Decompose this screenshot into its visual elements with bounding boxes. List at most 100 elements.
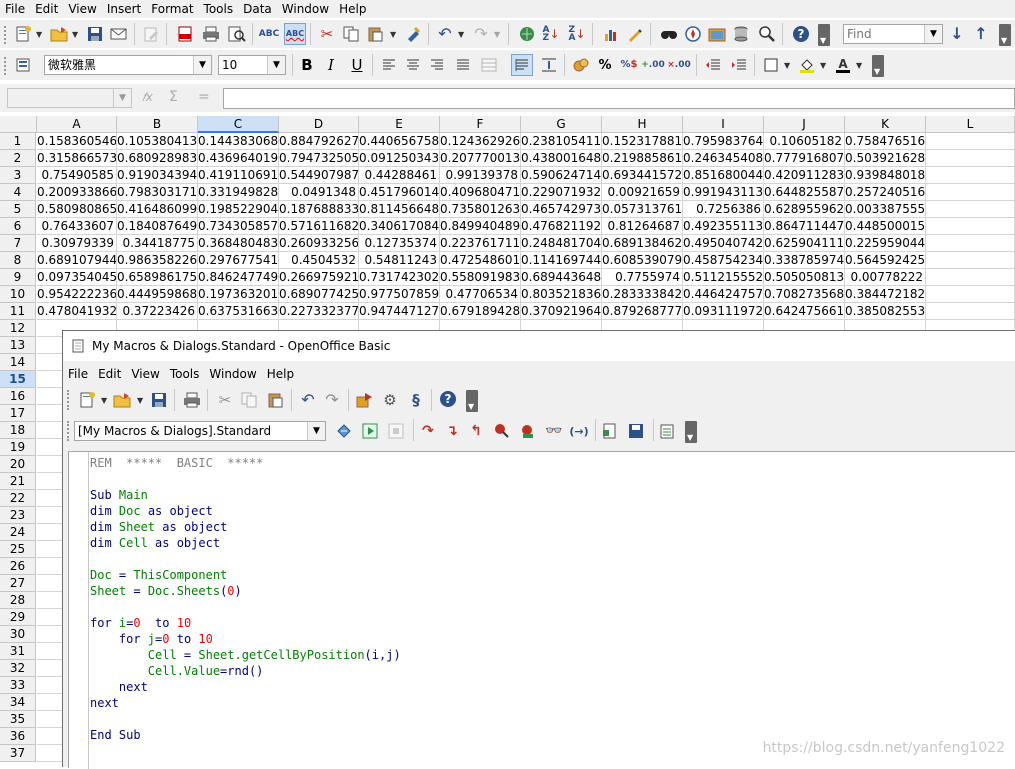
basic-menu-view[interactable]: View xyxy=(126,366,164,382)
cell-i2[interactable]: 0.246345408 xyxy=(683,150,764,167)
cell-e9[interactable]: 0.731742302 xyxy=(359,269,440,286)
justify-icon[interactable] xyxy=(454,56,472,74)
row-header-33[interactable]: 33 xyxy=(0,677,36,694)
data-sources-icon[interactable] xyxy=(732,25,750,43)
row-header-19[interactable]: 19 xyxy=(0,439,36,456)
column-header-f[interactable]: F xyxy=(440,116,521,133)
step-over-icon[interactable]: ↴ xyxy=(443,422,461,440)
library-dropdown-arrow[interactable]: ▼ xyxy=(307,422,325,440)
row-header-2[interactable]: 2 xyxy=(0,150,36,167)
cell-l5[interactable] xyxy=(926,201,1015,218)
cell-a4[interactable]: 0.200933866 xyxy=(37,184,117,201)
import-basic-icon[interactable] xyxy=(601,422,619,440)
bold-icon[interactable]: B xyxy=(298,56,316,74)
cell-f3[interactable]: 0.99139378 xyxy=(440,167,521,184)
italic-icon[interactable]: I xyxy=(322,56,340,74)
cell-i9[interactable]: 0.511215552 xyxy=(683,269,764,286)
cell-j6[interactable]: 0.864711447 xyxy=(764,218,845,235)
cell-e3[interactable]: 0.44288461 xyxy=(359,167,440,184)
cell-h7[interactable]: 0.689138462 xyxy=(602,235,683,252)
new-dropdown-arrow[interactable]: ▼ xyxy=(101,396,107,405)
cell-g8[interactable]: 0.114169744 xyxy=(521,252,602,269)
cell-g11[interactable]: 0.370921964 xyxy=(521,303,602,320)
object-catalog-icon[interactable]: (→) xyxy=(569,422,588,440)
cell-i5[interactable]: 0.7256386 xyxy=(683,201,764,218)
find-input[interactable]: Find ▼ xyxy=(843,24,943,44)
cell-d11[interactable]: 0.227332377 xyxy=(279,303,359,320)
menu-data[interactable]: Data xyxy=(238,1,277,17)
macro-organizer-icon[interactable]: ⚙ xyxy=(381,391,399,409)
undo-icon[interactable]: ↶ xyxy=(436,25,454,43)
cell-h5[interactable]: 0.057313761 xyxy=(602,201,683,218)
cell-e4[interactable]: 0.451796014 xyxy=(359,184,440,201)
cell-h8[interactable]: 0.608539079 xyxy=(602,252,683,269)
help-icon[interactable]: ? xyxy=(792,25,810,43)
cell-g10[interactable]: 0.803521836 xyxy=(521,286,602,303)
cell-a5[interactable]: 0.580980865 xyxy=(37,201,117,218)
row-header-14[interactable]: 14 xyxy=(0,354,36,371)
cell-a7[interactable]: 0.30979339 xyxy=(37,235,117,252)
find-dropdown-arrow[interactable]: ▼ xyxy=(924,25,942,43)
open-dropdown-arrow[interactable]: ▼ xyxy=(137,396,143,405)
cell-l1[interactable] xyxy=(926,133,1015,150)
paste-dropdown-arrow[interactable]: ▼ xyxy=(390,30,396,39)
align-right-icon[interactable] xyxy=(428,56,446,74)
column-header-j[interactable]: J xyxy=(764,116,845,133)
row-header-21[interactable]: 21 xyxy=(0,473,36,490)
cell-e8[interactable]: 0.54811243 xyxy=(359,252,440,269)
cell-l11[interactable] xyxy=(926,303,1015,320)
basic-menu-file[interactable]: File xyxy=(63,366,93,382)
cell-a10[interactable]: 0.954222236 xyxy=(37,286,117,303)
column-header-a[interactable]: A xyxy=(37,116,117,133)
basic-menu-edit[interactable]: Edit xyxy=(93,366,126,382)
column-header-h[interactable]: H xyxy=(602,116,683,133)
cell-g9[interactable]: 0.689443648 xyxy=(521,269,602,286)
cell-d9[interactable]: 0.266975921 xyxy=(279,269,359,286)
cell-d1[interactable]: 0.884792627 xyxy=(279,133,359,150)
cell-e5[interactable]: 0.811456648 xyxy=(359,201,440,218)
row-header-29[interactable]: 29 xyxy=(0,609,36,626)
menu-edit[interactable]: Edit xyxy=(30,1,63,17)
row-header-24[interactable]: 24 xyxy=(0,524,36,541)
zoom-icon[interactable] xyxy=(758,25,776,43)
paste-icon[interactable] xyxy=(266,391,284,409)
new-dropdown-arrow[interactable]: ▼ xyxy=(36,30,42,39)
currency-format-icon[interactable] xyxy=(572,56,590,74)
cell-h6[interactable]: 0.81264687 xyxy=(602,218,683,235)
row-header-15[interactable]: 15 xyxy=(0,371,36,388)
show-draw-functions-icon[interactable] xyxy=(626,25,644,43)
cell-i3[interactable]: 0.851680044 xyxy=(683,167,764,184)
cell-c7[interactable]: 0.368480483 xyxy=(198,235,279,252)
cell-a6[interactable]: 0.76433607 xyxy=(37,218,117,235)
edit-file-icon[interactable] xyxy=(142,25,160,43)
basic-menu-window[interactable]: Window xyxy=(204,366,261,382)
redo-icon[interactable]: ↷ xyxy=(472,25,490,43)
column-header-l[interactable]: L xyxy=(926,116,1015,133)
cell-j9[interactable]: 0.505050813 xyxy=(764,269,845,286)
cell-k10[interactable]: 0.384472182 xyxy=(845,286,926,303)
merge-cells-icon[interactable] xyxy=(480,56,498,74)
cell-b2[interactable]: 0.680928983 xyxy=(117,150,198,167)
cell-j5[interactable]: 0.628955962 xyxy=(764,201,845,218)
macro-toolbar-overflow-icon[interactable]: ▼ xyxy=(685,421,697,443)
cell-c2[interactable]: 0.436964019 xyxy=(198,150,279,167)
cut-icon[interactable]: ✂ xyxy=(318,25,336,43)
stop-icon[interactable] xyxy=(387,422,405,440)
save-basic-icon[interactable] xyxy=(627,422,645,440)
row-header-5[interactable]: 5 xyxy=(0,201,36,218)
row-header-12[interactable]: 12 xyxy=(0,320,36,337)
cell-b11[interactable]: 0.37223426 xyxy=(117,303,198,320)
cell-h4[interactable]: 0.00921659 xyxy=(602,184,683,201)
open-folder-icon[interactable] xyxy=(50,25,68,43)
choose-macro-icon[interactable] xyxy=(356,391,374,409)
cell-g5[interactable]: 0.465742973 xyxy=(521,201,602,218)
cell-i11[interactable]: 0.093111972 xyxy=(683,303,764,320)
find-replace-icon[interactable] xyxy=(660,25,678,43)
cell-i8[interactable]: 0.458754234 xyxy=(683,252,764,269)
cell-c5[interactable]: 0.198522904 xyxy=(198,201,279,218)
manage-breakpoints-icon[interactable] xyxy=(519,422,537,440)
sum-icon[interactable]: Σ xyxy=(169,89,178,105)
paste-icon[interactable] xyxy=(366,25,384,43)
cell-b8[interactable]: 0.986358226 xyxy=(117,252,198,269)
basic-menu-help[interactable]: Help xyxy=(262,366,299,382)
